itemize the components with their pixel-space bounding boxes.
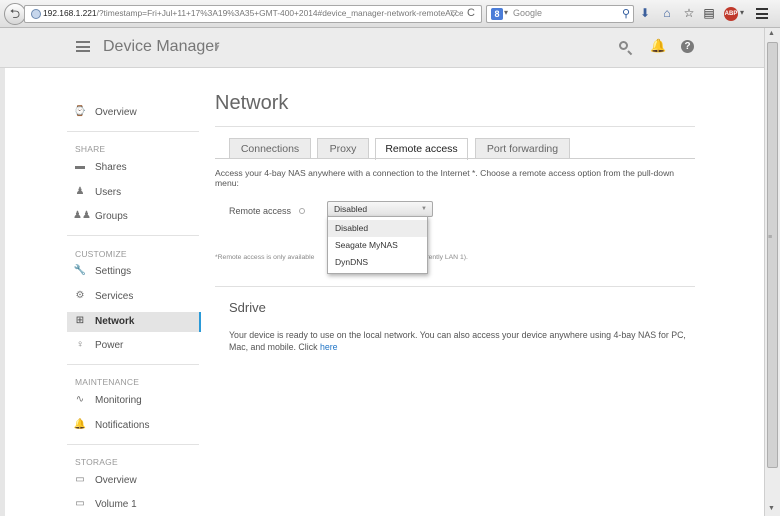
sidebar-item-overview[interactable]: ⌚ Overview [67,103,201,123]
sidebar-item-volume-1[interactable]: ▭ Volume 1 [67,495,201,515]
scroll-up-icon[interactable]: ▲ [768,30,775,37]
bell-icon: 🔔 [73,419,87,430]
google-icon[interactable]: 8 [491,8,503,20]
back-button[interactable]: ⮌ [4,3,26,25]
remote-access-dropdown: Disabled Seagate MyNAS DynDNS [327,216,428,274]
info-icon[interactable] [299,208,305,214]
section-heading-storage: STORAGE [75,457,118,467]
search-bar[interactable]: 8 ▾ Google ⚲ [486,5,634,23]
tab-underline [215,158,695,159]
engine-dropdown-icon[interactable]: ▾ [504,8,508,17]
sidebar-item-users[interactable]: ♟ Users [67,183,201,203]
help-icon[interactable]: ? [681,40,694,53]
download-icon[interactable]: ⬇ [637,6,653,20]
section-heading-maintenance: MAINTENANCE [75,377,140,387]
bookmarks-list-icon[interactable]: ▤ [701,6,717,20]
gear-icon: ⚙ [75,290,85,301]
sidebar-item-settings[interactable]: 🔧 Settings [67,262,201,282]
magnifier-icon[interactable]: ⚲ [622,7,630,20]
tab-proxy[interactable]: Proxy [317,138,369,159]
remote-access-select[interactable]: Disabled ▼ [327,201,433,217]
divider [67,235,199,236]
sidebar-item-monitoring[interactable]: ∿ Monitoring [67,391,201,411]
user-icon: ♟ [75,186,85,197]
scroll-down-icon[interactable]: ▼ [768,505,775,512]
chevron-down-icon: ▼ [421,206,427,212]
sdrive-text: Your device is ready to use on the local… [229,330,686,352]
search-input[interactable]: Google [513,8,542,18]
url-dropdown-icon[interactable]: ▽ [450,8,457,19]
menu-icon[interactable] [756,8,768,19]
sdrive-title: Sdrive [229,300,266,315]
bulb-icon: ♀ [76,339,84,350]
chevron-down-icon[interactable]: ▼ [213,43,221,52]
divider [67,444,199,445]
url-text: 192.168.1.221/?timestamp=Fri+Jul+11+17%3… [43,8,463,18]
page-title: Network [215,92,289,114]
section-heading-share: SHARE [75,144,106,154]
sidebar-item-notifications[interactable]: 🔔 Notifications [67,416,201,436]
sidebar-item-groups[interactable]: ♟♟ Groups [67,207,201,227]
wrench-icon: 🔧 [73,265,87,276]
option-seagate-mynas[interactable]: Seagate MyNAS [328,237,427,254]
hamburger-menu-icon[interactable] [76,41,90,52]
adblock-dropdown-icon[interactable]: ▾ [740,8,744,17]
group-icon: ♟♟ [73,210,91,221]
divider [215,286,695,287]
remote-access-label: Remote access [229,206,292,216]
globe-icon [31,9,41,19]
divider [67,364,199,365]
scrollbar-thumb[interactable] [767,42,778,468]
folder-icon: ▬ [75,161,85,172]
disk-icon: ▭ [75,498,85,509]
tab-connections[interactable]: Connections [229,138,311,159]
sidebar-item-services[interactable]: ⚙ Services [67,287,201,307]
adblock-icon[interactable]: ABP [724,7,738,21]
vertical-scrollbar[interactable]: ▲ ≡ ▼ [764,28,780,516]
app-header: Device Manager ▼ 🔔 ? [0,28,764,68]
option-disabled[interactable]: Disabled [328,220,427,237]
network-icon: ⊞ [75,315,85,326]
reload-button[interactable]: C [467,7,475,19]
section-heading-customize: CUSTOMIZE [75,249,127,259]
option-dyndns[interactable]: DynDNS [328,254,427,271]
search-icon[interactable] [619,41,628,50]
divider [215,126,695,127]
sidebar-item-network[interactable]: ⊞ Network [67,312,201,332]
disk-icon: ▭ [75,474,85,485]
pulse-icon: ∿ [75,394,85,405]
sidebar-item-storage-overview[interactable]: ▭ Overview [67,471,201,491]
home-icon[interactable]: ⌂ [659,6,675,20]
divider [67,131,199,132]
sidebar-item-shares[interactable]: ▬ Shares [67,158,201,178]
browser-toolbar: ⮌ 192.168.1.221/?timestamp=Fri+Jul+11+17… [0,0,780,28]
sdrive-link[interactable]: here [320,342,338,352]
description-text: Access your 4-bay NAS anywhere with a co… [215,168,675,188]
address-bar[interactable]: 192.168.1.221/?timestamp=Fri+Jul+11+17%3… [24,5,482,23]
app-title[interactable]: Device Manager [103,38,220,56]
tab-remote-access[interactable]: Remote access [375,138,468,160]
sidebar-item-power[interactable]: ♀ Power [67,336,201,356]
clock-icon: ⌚ [73,106,87,117]
scroll-grip-icon: ≡ [768,234,773,241]
tab-port-forwarding[interactable]: Port forwarding [475,138,570,159]
bell-icon[interactable]: 🔔 [650,38,666,54]
bookmark-star-icon[interactable]: ☆ [681,6,697,20]
